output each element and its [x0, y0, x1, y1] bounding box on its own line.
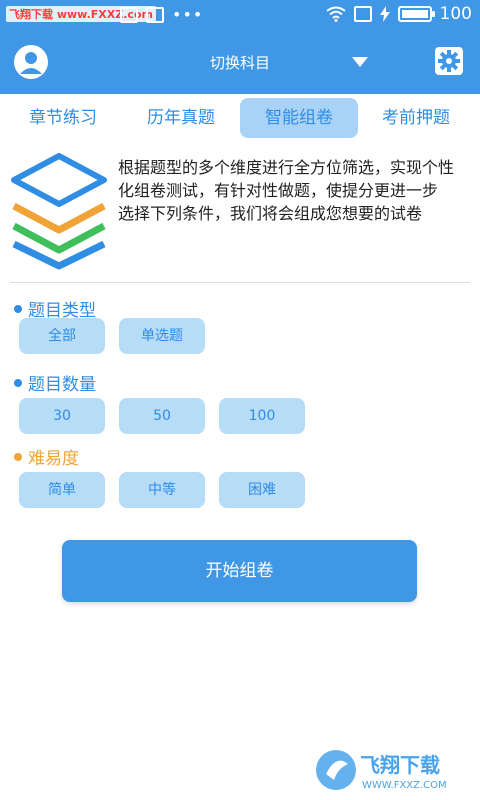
battery-icon — [397, 6, 435, 22]
option-single-choice[interactable]: 单选题 — [119, 318, 205, 354]
option-hard[interactable]: 困难 — [219, 472, 305, 508]
news-icon — [146, 7, 164, 23]
bullet-dot — [14, 304, 22, 313]
tab-chapter-practice[interactable]: 章节练习 — [10, 98, 116, 138]
notification-icons: ••• — [120, 7, 203, 23]
section-question-count: 题目数量 — [14, 370, 96, 395]
bullet-dot — [14, 452, 22, 461]
corner-watermark-logo: 飞翔下载 WWW.FXXZ.COM — [316, 750, 447, 791]
section-title: 题目数量 — [28, 375, 96, 395]
sim-icon — [353, 6, 372, 22]
battery-percent: 100 — [439, 4, 472, 24]
option-count-100[interactable]: 100 — [219, 398, 305, 434]
status-bar: 飞翔下载 www.FXXZ.com ••• 100 — [0, 0, 480, 32]
intro-line-1: 根据题型的多个维度进行全方位筛选，实现个性化组卷测试，有针对性做题，使提分更进一… — [118, 158, 455, 200]
intro-line-2: 选择下列条件，我们将会组成您想要的试卷 — [118, 204, 423, 223]
option-all[interactable]: 全部 — [19, 318, 105, 354]
section-difficulty: 难易度 — [14, 444, 79, 469]
option-count-30[interactable]: 30 — [19, 398, 105, 434]
tab-past-exams[interactable]: 历年真题 — [128, 98, 234, 138]
more-dots-icon: ••• — [172, 5, 204, 24]
tab-smart-paper[interactable]: 智能组卷 — [240, 98, 358, 138]
charging-icon — [379, 6, 390, 22]
dropdown-caret-icon[interactable] — [352, 57, 368, 67]
subject-switch-title[interactable]: 切换科目 — [0, 52, 480, 73]
layers-stack-icon — [11, 153, 107, 270]
gallery-icon — [120, 7, 138, 23]
start-generate-button[interactable]: 开始组卷 — [62, 540, 417, 602]
intro-description: 根据题型的多个维度进行全方位筛选，实现个性化组卷测试，有针对性做题，使提分更进一… — [118, 156, 468, 225]
tab-pre-exam-tips[interactable]: 考前押题 — [362, 98, 470, 138]
section-title: 难易度 — [28, 449, 79, 469]
watermark-brand: 飞翔下载 — [360, 753, 440, 777]
option-count-50[interactable]: 50 — [119, 398, 205, 434]
wifi-icon — [325, 6, 346, 22]
settings-gear-icon[interactable] — [434, 46, 464, 76]
option-medium[interactable]: 中等 — [119, 472, 205, 508]
divider — [10, 282, 470, 283]
app-bar: 切换科目 — [0, 32, 480, 94]
option-easy[interactable]: 简单 — [19, 472, 105, 508]
tab-bar: 章节练习 历年真题 智能组卷 考前押题 — [0, 94, 480, 142]
bullet-dot — [14, 378, 22, 387]
battery-fill — [401, 10, 428, 18]
watermark-url: WWW.FXXZ.COM — [362, 780, 447, 791]
system-icons: 100 — [325, 4, 472, 24]
